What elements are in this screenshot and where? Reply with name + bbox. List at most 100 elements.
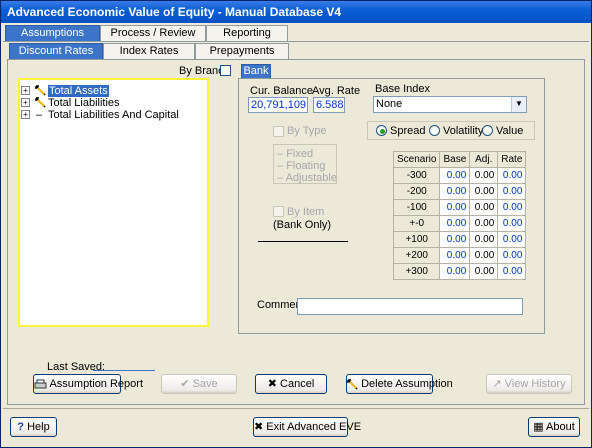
rate-cell[interactable]: 0.00 [497,183,527,200]
scenario-name: -200 [392,183,441,200]
tab-discount-rates[interactable]: Discount Rates [9,43,103,60]
cancel-button[interactable]: ✖ Cancel [255,374,327,394]
tab-prepayments[interactable]: Prepayments [195,43,289,60]
base-index-select[interactable]: None ▼ [373,96,527,113]
type-option-adjustable-label: Adjustable [285,172,337,184]
by-item-label: By Item [287,206,325,218]
exit-label: Exit Advanced EVE [266,421,362,433]
by-branch-checkbox[interactable] [220,65,231,76]
base-cell[interactable]: 0.00 [439,167,471,184]
account-tree[interactable]: + Total Assets + Total Liabilities + – T… [18,78,209,327]
base-cell[interactable]: 0.00 [439,247,471,264]
by-type-group: – Fixed – Floating – Adjustable [273,144,337,184]
col-base: Base [439,151,471,168]
table-row: +100 0.00 0.00 0.00 [392,231,527,248]
tab-reporting-label: Reporting [223,27,271,39]
scenario-table: Scenario Base Adj. Rate -300 0.00 0.00 0.00… [392,151,527,280]
save-button[interactable]: ✔ Save [161,374,237,394]
avg-rate-field: 6.588 [313,97,345,113]
type-option-fixed[interactable]: – Fixed [277,148,313,160]
exit-button[interactable]: ✖ Exit Advanced EVE [253,417,361,437]
assumption-report-button[interactable]: Assumption Report [33,374,143,394]
cur-balance-field: 20,791,109 [248,97,308,113]
scenario-name: +200 [392,247,441,264]
pencil-icon [35,85,46,96]
by-type-checkbox[interactable] [273,126,284,137]
base-cell[interactable]: 0.00 [439,231,471,248]
expand-icon[interactable]: + [21,110,30,119]
expand-icon[interactable]: + [21,98,30,107]
expand-icon[interactable]: + [21,86,30,95]
rate-cell[interactable]: 0.00 [497,263,527,280]
pencil-icon [347,378,358,390]
last-saved-label: Last Saved: [47,361,106,373]
divider [258,241,348,242]
tree-item-total-liabilities[interactable]: + Total Liabilities [20,97,206,109]
rate-cell[interactable]: 0.00 [497,199,527,216]
view-history-label: View History [504,378,566,390]
about-button[interactable]: ▦ About [528,417,580,437]
base-cell[interactable]: 0.00 [439,215,471,232]
history-icon: ↗ [492,378,502,390]
table-row: +300 0.00 0.00 0.00 [392,263,527,280]
spread-radio-label: Spread [390,125,426,137]
tree-item-label: Total Assets [48,85,109,97]
tab-bank[interactable]: Bank [241,64,271,79]
type-option-floating[interactable]: – Floating [277,160,325,172]
chevron-down-icon[interactable]: ▼ [511,97,526,112]
tab-reporting[interactable]: Reporting [206,25,288,42]
scenario-name: +-0 [392,215,441,232]
tree-item-label: Total Liabilities [48,97,120,109]
adj-cell[interactable]: 0.00 [469,183,499,200]
adj-cell[interactable]: 0.00 [469,199,499,216]
adj-cell[interactable]: 0.00 [469,263,499,280]
rate-cell[interactable]: 0.00 [497,215,527,232]
volatility-radio[interactable] [429,125,440,136]
spread-mode-group: Spread Volatility Value [367,121,535,140]
base-cell[interactable]: 0.00 [439,199,471,216]
window-title: Advanced Economic Value of Equity - Manu… [7,5,342,19]
delete-assumption-button[interactable]: Delete Assumption [346,374,453,394]
col-rate: Rate [497,151,527,168]
tab-index-rates-label: Index Rates [119,45,179,57]
adj-cell[interactable]: 0.00 [469,231,499,248]
tab-index-rates[interactable]: Index Rates [103,43,195,60]
by-item-checkbox[interactable] [273,206,284,217]
help-button[interactable]: ? Help [10,417,57,437]
volatility-radio-label: Volatility [443,125,484,137]
tab-assumptions[interactable]: Assumptions [5,25,100,42]
last-saved-value [93,370,155,371]
view-history-button[interactable]: ↗ View History [486,374,572,394]
avg-rate-label: Avg. Rate [312,85,361,97]
cancel-label: Cancel [280,378,315,390]
by-type-label: By Type [287,125,327,137]
rate-cell[interactable]: 0.00 [497,247,527,264]
x-icon: ✖ [267,378,277,390]
adj-cell[interactable]: 0.00 [469,167,499,184]
tab-process-review[interactable]: Process / Review [100,25,206,42]
tree-item-total-assets[interactable]: + Total Assets [20,85,206,97]
tab-discount-rates-label: Discount Rates [18,45,94,57]
delete-assumption-label: Delete Assumption [361,378,453,390]
cur-balance-label: Cur. Balance [250,85,313,97]
type-option-adjustable[interactable]: – Adjustable [277,172,337,184]
check-icon: ✔ [180,378,190,390]
help-label: Help [27,421,50,433]
rate-cell[interactable]: 0.00 [497,167,527,184]
tree-item-label: Total Liabilities And Capital [48,109,179,121]
base-cell[interactable]: 0.00 [439,183,471,200]
dash-icon: – [36,109,43,121]
spread-radio[interactable] [376,125,387,136]
adj-cell[interactable]: 0.00 [469,215,499,232]
adj-cell[interactable]: 0.00 [469,247,499,264]
comment-input[interactable] [297,298,523,315]
rate-cell[interactable]: 0.00 [497,231,527,248]
table-row: +200 0.00 0.00 0.00 [392,247,527,264]
base-cell[interactable]: 0.00 [439,263,471,280]
value-radio[interactable] [482,125,493,136]
base-index-label: Base Index [375,83,431,95]
scenario-name: +300 [392,263,441,280]
table-row: +-0 0.00 0.00 0.00 [392,215,527,232]
table-row: -200 0.00 0.00 0.00 [392,183,527,200]
tree-item-total-liabilities-and-capital[interactable]: + – Total Liabilities And Capital [20,109,206,121]
